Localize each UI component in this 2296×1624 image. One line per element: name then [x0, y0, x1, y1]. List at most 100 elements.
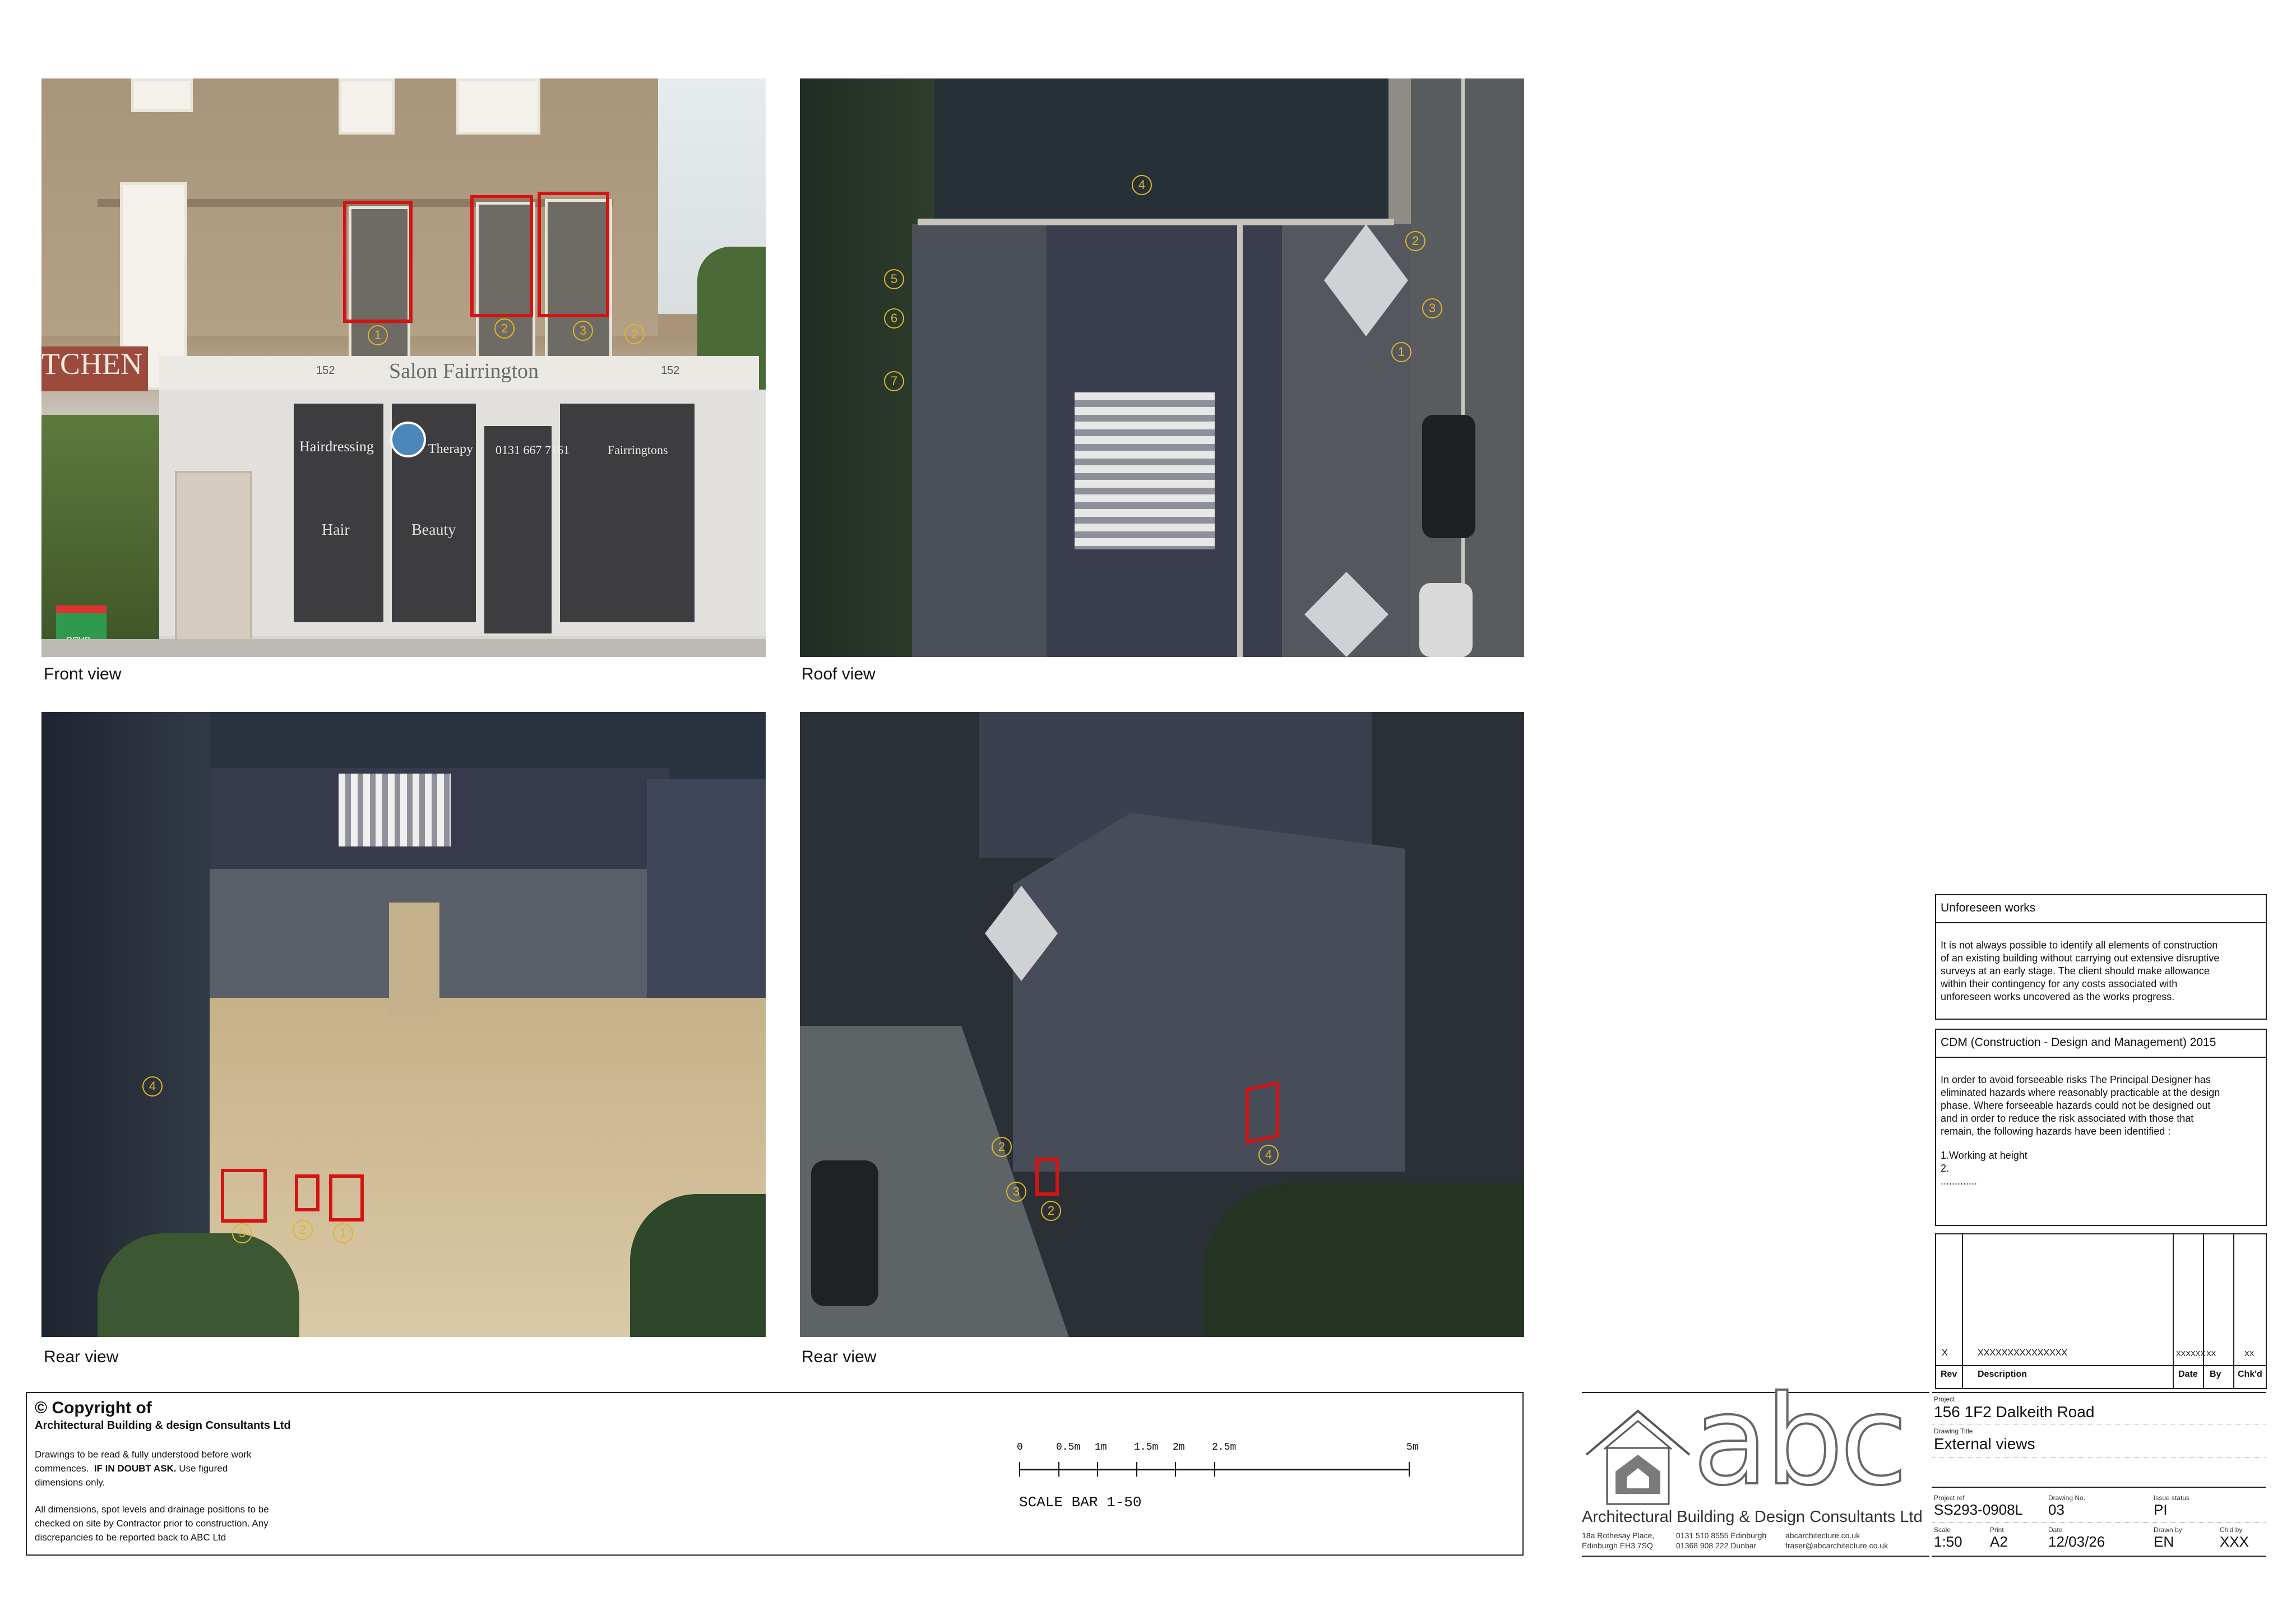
chimney [389, 903, 439, 1015]
unforeseen-line-5: unforeseen works uncovered as the works … [1941, 991, 2175, 1002]
cdm-divider [1935, 1057, 2266, 1058]
drawing-no-label: Drawing No. [2048, 1494, 2086, 1502]
roof-marker-5: 5 [884, 269, 904, 289]
top-window-3 [456, 78, 540, 135]
rev-header-description: Description [1978, 1369, 2027, 1379]
title-block-bottom [1932, 1556, 2266, 1557]
company-addr-1: 18a Rothesay Place, [1582, 1531, 1655, 1540]
scale-bar-tick [1409, 1462, 1410, 1477]
drawing-title-label: Drawing Title [1934, 1427, 1973, 1435]
rear2-marker-2b: 2 [1041, 1201, 1061, 1221]
unforeseen-works-body: It is not always possible to identify al… [1941, 939, 2263, 1003]
scale-bar-tick [1097, 1462, 1098, 1477]
unforeseen-divider [1935, 922, 2266, 923]
rev-row-chkd: XX [2244, 1349, 2255, 1358]
front-view-caption: Front view [44, 665, 122, 683]
roof-valley [1237, 224, 1243, 657]
company-website[interactable]: abcarchitecture.co.uk [1785, 1530, 1888, 1540]
title-block-top [1932, 1392, 2266, 1393]
map-pin-icon [390, 422, 426, 457]
roof-ridge [918, 219, 1394, 225]
front-marker-2: 2 [494, 318, 515, 339]
cdm-body: In order to avoid forseeable risks The P… [1941, 1074, 2263, 1188]
scale-bar: 0 0.5m 1m 1.5m 2m 2.5m 5m [1017, 1441, 1423, 1477]
project-value: 156 1F2 Dalkeith Road [1934, 1403, 2095, 1421]
rev-header-by: By [2210, 1369, 2221, 1379]
door-number-left: 152 [316, 364, 335, 377]
rev-header-date: Date [2178, 1369, 2198, 1379]
tree-bottom [98, 1233, 299, 1337]
title-divider-4 [1932, 1522, 2266, 1523]
unforeseen-line-1: It is not always possible to identify al… [1941, 940, 2218, 951]
scale-bar-tick-label: 1m [1095, 1442, 1107, 1453]
scale-bar-label: SCALE BAR 1-50 [1019, 1494, 1142, 1511]
unforeseen-line-3: surveys at an early stage. The client sh… [1941, 965, 2210, 977]
front-marker-2b: 2 [624, 324, 645, 344]
company-addr-2: Edinburgh EH3 7SQ [1582, 1541, 1653, 1550]
copyright-para-2a: All dimensions, spot levels and drainage… [35, 1504, 269, 1515]
rear-view-1-photo: 4 5 2 1 [41, 712, 766, 1337]
cdm-line-2: eliminated hazards where reasonably prac… [1941, 1087, 2220, 1098]
copyright-para-1c: Use figured [179, 1463, 228, 1474]
cdm-line-1: In order to avoid forseeable risks The P… [1941, 1074, 2211, 1085]
rear2-markup-2 [1246, 1081, 1279, 1145]
cdm-title: CDM (Construction - Design and Managemen… [1941, 1036, 2216, 1049]
cdm-line-4: and in order to reduce the risk associat… [1941, 1113, 2194, 1124]
front-marker-1: 1 [368, 325, 388, 345]
rear1-marker-4: 4 [142, 1076, 163, 1096]
rev-header-chkd: Chk'd [2238, 1369, 2262, 1379]
scale-label: Scale [1934, 1526, 1951, 1534]
print-value: A2 [1990, 1533, 2008, 1550]
copyright-para-2b: checked on site by Contractor prior to c… [35, 1518, 269, 1529]
shop-window-1 [294, 404, 383, 622]
top-window-1 [131, 78, 193, 112]
rear2-gable [1013, 813, 1405, 1172]
rear2-marker-4: 4 [1258, 1145, 1279, 1165]
markup-window-3 [538, 192, 609, 317]
company-email[interactable]: fraser@abcarchitecture.co.uk [1785, 1540, 1888, 1551]
company-logo-text: abc [1692, 1369, 1909, 1512]
company-address: 18a Rothesay Place, Edinburgh EH3 7SQ [1582, 1530, 1654, 1551]
copyright-if-in-doubt: IF IN DOUBT ASK. [94, 1463, 177, 1474]
shop-panel-2: Therapy [428, 442, 473, 456]
rear1-marker-5: 5 [232, 1223, 252, 1243]
cdm-hazard-2: 2. [1941, 1163, 1950, 1174]
company-bottom-rule [1582, 1556, 1929, 1557]
shop-door [175, 471, 252, 657]
copyright-para-1d: dimensions only. [35, 1477, 105, 1488]
rear1-markup-3 [329, 1174, 364, 1222]
drawn-by-value: EN [2154, 1533, 2174, 1550]
issue-status-label: Issue status [2154, 1494, 2190, 1502]
drawing-title-value: External views [1934, 1435, 2035, 1452]
rear1-markup-2 [295, 1174, 320, 1211]
shop-window-3 [560, 404, 695, 622]
date-value: 12/03/26 [2048, 1533, 2105, 1550]
scale-value: 1:50 [1934, 1533, 1962, 1550]
front-view-photo: 1 2 3 2 Salon Fairrington 152 152 TCHEN … [41, 78, 766, 657]
copyright-title: © Copyright of [35, 1399, 152, 1417]
tree-bottom-right [630, 1194, 766, 1337]
cdm-line-3: phase. Where forseeable hazards could no… [1941, 1100, 2211, 1111]
project-ref-label: Project ref [1934, 1494, 1965, 1502]
shop-panel-1: Hairdressing [299, 438, 374, 455]
copyright-para-1b: commences. [35, 1463, 89, 1474]
rear-view-2-caption: Rear view [802, 1348, 877, 1366]
rear2-marker-2: 2 [992, 1137, 1012, 1157]
neighbour-roof [647, 779, 766, 1026]
scale-bar-tick-label: 0 [1017, 1442, 1023, 1453]
rear-rooflight [339, 774, 451, 846]
title-divider-3 [1932, 1487, 2266, 1488]
front-marker-3: 3 [573, 321, 593, 341]
scale-bar-tick [1214, 1462, 1215, 1477]
company-phones: 0131 510 8555 Edinburgh 01368 908 222 Du… [1676, 1530, 1766, 1551]
top-window-2 [339, 78, 395, 135]
car [1422, 415, 1475, 538]
checked-by-label: Ch'd by [2220, 1526, 2243, 1534]
copyright-para-2: All dimensions, spot levels and drainage… [35, 1502, 371, 1544]
rear2-trees [1203, 1183, 1524, 1337]
scale-bar-tick-label: 2m [1173, 1442, 1185, 1453]
drawn-by-label: Drawn by [2154, 1526, 2182, 1534]
rev-header-top [1935, 1365, 2266, 1366]
drawing-no-value: 03 [2048, 1501, 2064, 1518]
company-name: Architectural Building & Design Consulta… [1582, 1508, 1923, 1526]
